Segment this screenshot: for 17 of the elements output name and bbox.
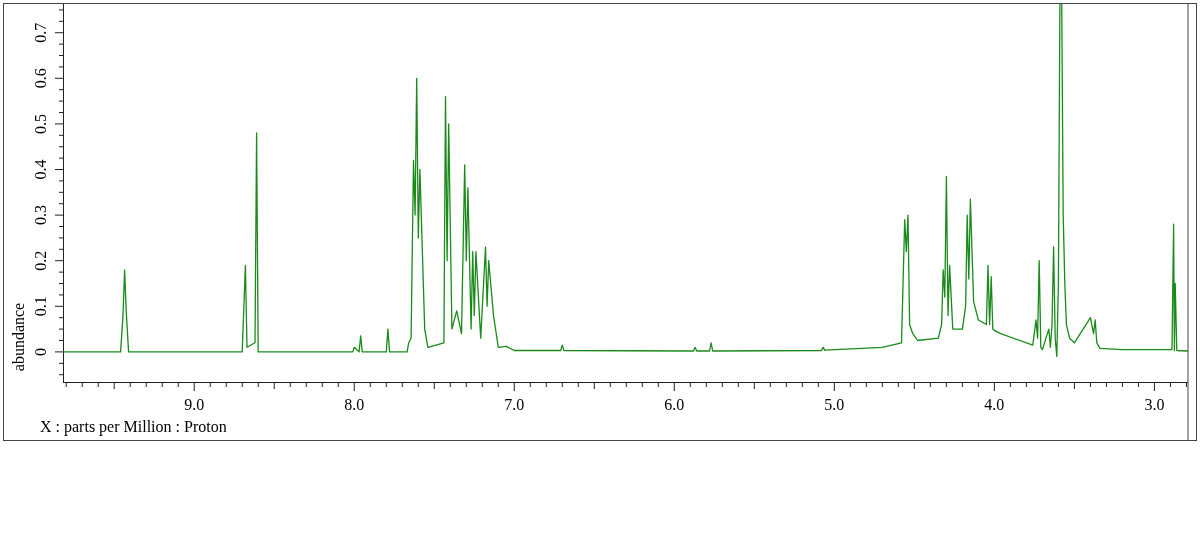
y-axis-title: abundance	[10, 302, 27, 372]
tick-label: 0.1	[32, 296, 49, 317]
tick-label: 7.0	[504, 396, 525, 413]
tick-label: 0.4	[32, 159, 49, 180]
tick-label: 0.2	[32, 250, 49, 271]
tick-label: 0.3	[32, 205, 49, 226]
tick-label: 8.0	[344, 396, 365, 413]
tick-label: 3.0	[1144, 396, 1165, 413]
tick-label: 0.7	[32, 22, 49, 43]
x-axis-title: X : parts per Million : Proton	[40, 418, 227, 435]
tick-label: 4.0	[984, 396, 1005, 413]
tick-label: 6.0	[664, 396, 685, 413]
tick-label: 0.5	[32, 113, 49, 134]
tick-label: 5.0	[824, 396, 845, 413]
tick-label: 0	[32, 347, 49, 356]
tick-label: 9.0	[184, 396, 205, 413]
tick-label: 0.6	[32, 68, 49, 89]
